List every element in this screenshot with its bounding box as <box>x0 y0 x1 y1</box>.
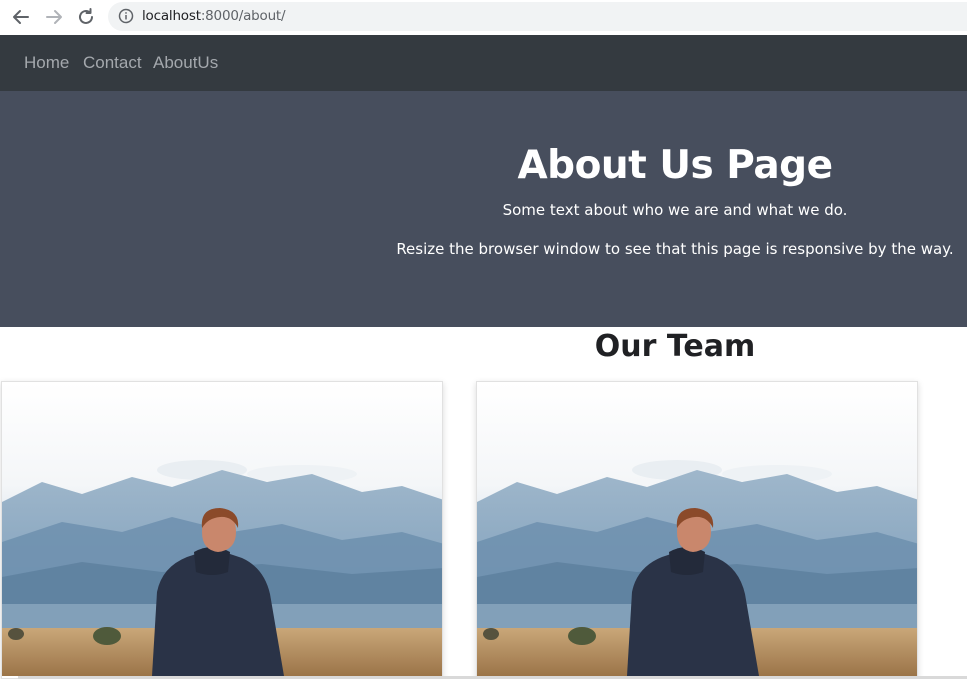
page-title: About Us Page <box>517 143 833 188</box>
team-member-photo-1 <box>2 382 442 676</box>
nav-link-home[interactable]: Home <box>24 53 69 73</box>
team-card-2 <box>476 381 918 679</box>
team-card-1 <box>1 381 443 679</box>
back-arrow-icon[interactable] <box>10 6 32 28</box>
reload-icon[interactable] <box>75 6 97 28</box>
info-icon[interactable] <box>118 8 134 24</box>
about-hero: About Us Page Some text about who we are… <box>0 91 967 327</box>
nav-link-aboutus[interactable]: AboutUs <box>153 53 218 73</box>
nav-link-contact[interactable]: Contact <box>83 53 142 73</box>
forward-arrow-icon[interactable] <box>43 6 65 28</box>
address-bar[interactable]: localhost:8000/about/ <box>108 2 967 31</box>
team-member-photo-2 <box>477 382 917 676</box>
url-path: :8000/about/ <box>200 8 286 24</box>
url-text[interactable]: localhost:8000/about/ <box>142 8 286 24</box>
hero-text-responsive: Resize the browser window to see that th… <box>396 240 954 258</box>
browser-toolbar: localhost:8000/about/ <box>0 0 967 33</box>
site-navbar: Home Contact AboutUs <box>0 35 967 91</box>
url-host: localhost <box>142 8 201 24</box>
team-heading: Our Team <box>594 329 756 364</box>
hero-text-intro: Some text about who we are and what we d… <box>502 201 848 219</box>
